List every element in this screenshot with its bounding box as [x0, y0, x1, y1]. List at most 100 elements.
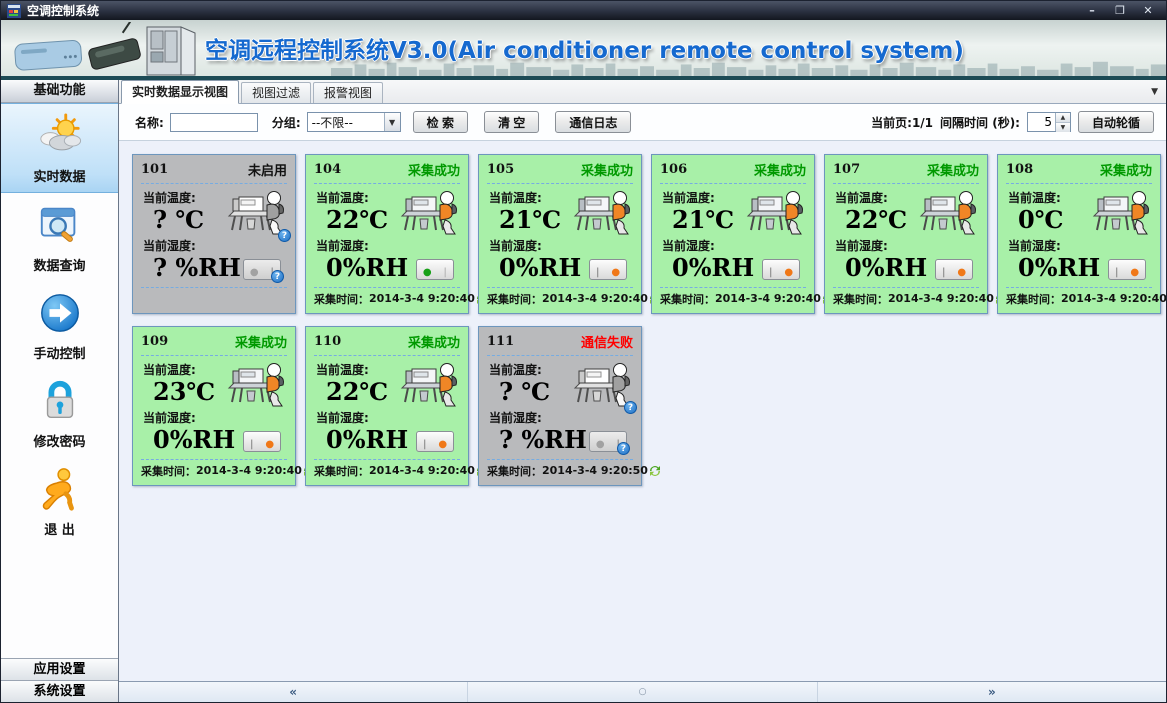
tab-overflow-arrow-icon[interactable]: ▼	[1151, 87, 1158, 97]
tab-realtime-view[interactable]: 实时数据显示视图	[121, 80, 239, 104]
device-card[interactable]: 104 采集成功 当前温度: 22℃ 当前湿度: 0%RH	[305, 154, 469, 314]
group-label: 分组:	[272, 114, 301, 131]
spinner-up-icon[interactable]: ▲	[1056, 113, 1070, 123]
device-status: 未启用	[248, 160, 287, 179]
device-status: 采集成功	[581, 160, 633, 179]
switch-state-right	[265, 432, 274, 451]
device-card[interactable]: 101 未启用 当前温度: ? ℃ 当前湿度: ? %RH	[132, 154, 296, 314]
tab-alarm-view[interactable]: 报警视图	[313, 82, 383, 103]
banner: 空调远程控制系统V3.0(Air conditioner remote cont…	[1, 20, 1166, 80]
switch-state-right	[784, 260, 793, 279]
device-card[interactable]: 109 采集成功 当前温度: 23℃ 当前湿度: 0%RH	[132, 326, 296, 486]
card-footer	[141, 287, 287, 309]
power-switch-icon[interactable]: ?	[416, 431, 454, 452]
refresh-icon[interactable]	[648, 464, 662, 478]
spinner-down-icon[interactable]: ▼	[1056, 123, 1070, 132]
collect-time-label: 采集时间：	[487, 291, 542, 307]
power-switch-icon[interactable]: ?	[762, 259, 800, 280]
device-status: 采集成功	[235, 332, 287, 351]
collect-time-label: 采集时间：	[660, 291, 715, 307]
search-window-icon	[37, 202, 83, 252]
ac-collector-icon: ?	[573, 190, 633, 238]
card-body: 当前温度: 21℃ 当前湿度: 0%RH	[487, 186, 633, 287]
device-card[interactable]: 108 采集成功 当前温度: 0℃ 当前湿度: 0%RH	[997, 154, 1161, 314]
clear-button[interactable]: 清 空	[484, 111, 539, 133]
device-id: 101	[141, 162, 168, 177]
device-id: 110	[314, 334, 341, 349]
device-status: 采集成功	[408, 160, 460, 179]
sidebar-header: 基础功能	[1, 80, 118, 103]
collect-time-value: 2014-3-4 9:20:40	[715, 292, 821, 305]
collect-time-value: 2014-3-4 9:20:40	[369, 292, 475, 305]
card-footer: 采集时间： 2014-3-4 9:20:40	[1006, 287, 1152, 309]
divider	[141, 183, 287, 184]
ac-collector-icon: ?	[227, 362, 287, 410]
sidebar-item-app-settings[interactable]: 应用设置	[1, 658, 118, 680]
sidebar-item-system-settings[interactable]: 系统设置	[1, 680, 118, 702]
device-id: 104	[314, 162, 341, 177]
device-id: 107	[833, 162, 860, 177]
divider	[487, 183, 633, 184]
close-icon[interactable]: ✕	[1136, 2, 1160, 19]
sidebar-item-change-password[interactable]: 修改密码	[1, 369, 118, 457]
tab-view-filter[interactable]: 视图过滤	[241, 82, 311, 103]
pager-middle-icon[interactable]: ○	[468, 682, 817, 702]
group-select-value: --不限--	[312, 114, 353, 131]
question-badge-icon: ?	[617, 442, 630, 455]
minimize-icon[interactable]: –	[1080, 2, 1104, 19]
power-switch-icon[interactable]: ?	[416, 259, 454, 280]
collect-time-value: 2014-3-4 9:20:40	[542, 292, 648, 305]
auto-cycle-button[interactable]: 自动轮循	[1078, 111, 1154, 133]
collect-time-label: 采集时间：	[1006, 291, 1061, 307]
sidebar-item-data-query[interactable]: 数据查询	[1, 193, 118, 281]
dropdown-arrow-icon[interactable]: ▼	[384, 113, 400, 131]
device-card[interactable]: 111 通信失败 当前温度: ? ℃ 当前湿度: ? %RH	[478, 326, 642, 486]
ac-collector-icon: ?	[573, 362, 633, 410]
card-body: 当前温度: 0℃ 当前湿度: 0%RH	[1006, 186, 1152, 287]
ac-collector-icon: ?	[1092, 190, 1152, 238]
power-switch-icon[interactable]: ?	[935, 259, 973, 280]
device-card[interactable]: 105 采集成功 当前温度: 21℃ 当前湿度: 0%RH	[478, 154, 642, 314]
interval-spinner[interactable]: ▲ ▼	[1027, 112, 1071, 132]
interval-label: 间隔时间 (秒):	[940, 114, 1020, 131]
divider	[314, 355, 460, 356]
pager-first-icon[interactable]: «	[119, 682, 468, 702]
switch-state-right	[443, 260, 447, 279]
card-body: 当前温度: ? ℃ 当前湿度: ? %RH	[141, 186, 287, 287]
power-switch-icon[interactable]: ?	[589, 259, 627, 280]
group-select[interactable]: --不限-- ▼	[307, 112, 401, 132]
sidebar-item-label: 退 出	[44, 519, 75, 538]
device-card[interactable]: 110 采集成功 当前温度: 22℃ 当前湿度: 0%RH	[305, 326, 469, 486]
card-header: 106 采集成功	[660, 158, 806, 182]
ac-collector-icon: ?	[919, 190, 979, 238]
device-card[interactable]: 106 采集成功 当前温度: 21℃ 当前湿度: 0%RH	[651, 154, 815, 314]
name-label: 名称:	[135, 114, 164, 131]
sidebar-spacer	[1, 545, 118, 658]
restore-icon[interactable]: ❐	[1108, 2, 1132, 19]
sidebar-item-manual-control[interactable]: 手动控制	[1, 281, 118, 369]
pager-last-icon[interactable]: »	[818, 682, 1166, 702]
switch-state-left	[250, 260, 259, 279]
sidebar: 基础功能 实时数据	[1, 80, 119, 702]
question-badge-icon: ?	[271, 270, 284, 283]
device-card[interactable]: 107 采集成功 当前温度: 22℃ 当前湿度: 0%RH	[824, 154, 988, 314]
search-button[interactable]: 检 索	[413, 111, 468, 133]
switch-state-left	[423, 432, 427, 451]
sidebar-item-exit[interactable]: 退 出	[1, 457, 118, 545]
power-switch-icon[interactable]: ?	[243, 431, 281, 452]
interval-input[interactable]	[1028, 113, 1055, 131]
power-switch-icon[interactable]: ?	[1108, 259, 1146, 280]
name-input[interactable]	[170, 113, 258, 132]
banner-title: 空调远程控制系统V3.0(Air conditioner remote cont…	[205, 31, 964, 65]
comm-log-button[interactable]: 通信日志	[555, 111, 631, 133]
page-info: 当前页:1/1	[871, 114, 933, 131]
card-header: 104 采集成功	[314, 158, 460, 182]
sidebar-item-realtime-data[interactable]: 实时数据	[1, 103, 118, 193]
power-switch-icon[interactable]: ?	[243, 259, 281, 280]
switch-state-left	[423, 260, 432, 279]
collect-time-label: 采集时间：	[833, 291, 888, 307]
device-id: 106	[660, 162, 687, 177]
card-header: 109 采集成功	[141, 330, 287, 354]
power-switch-icon[interactable]: ?	[589, 431, 627, 452]
ac-collector-icon: ?	[746, 190, 806, 238]
